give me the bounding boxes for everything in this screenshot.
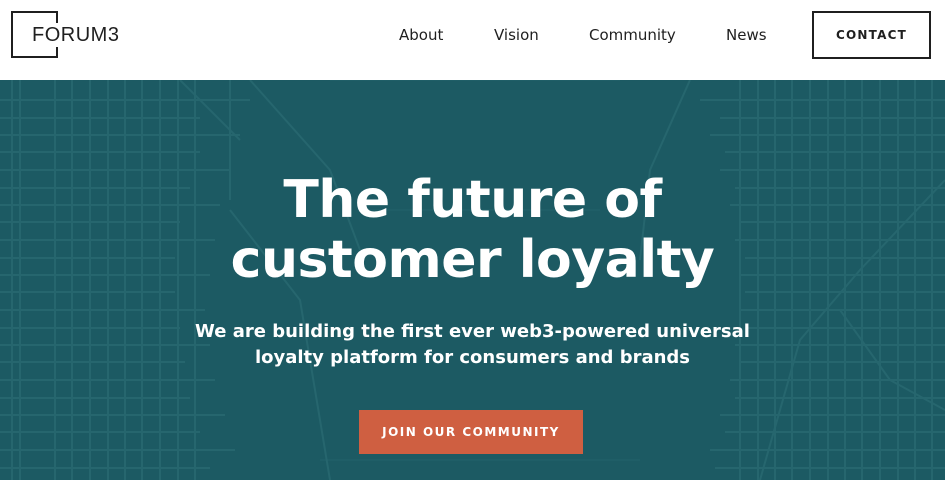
nav-link-news[interactable]: News — [726, 24, 767, 46]
nav-link-vision[interactable]: Vision — [494, 24, 539, 46]
site-header: FORUM3 About Vision Community News CONTA… — [0, 0, 945, 80]
nav-link-about[interactable]: About — [399, 24, 443, 46]
hero-heading-line-2: customer loyalty — [230, 230, 715, 290]
nav-link-community[interactable]: Community — [589, 24, 676, 46]
join-community-button[interactable]: JOIN OUR COMMUNITY — [359, 410, 583, 454]
logo-text: FORUM3 — [30, 23, 122, 47]
contact-button[interactable]: CONTACT — [812, 11, 931, 59]
hero-heading-line-1: The future of — [283, 170, 662, 230]
hero-subtitle-line-1: We are building the first ever web3-powe… — [195, 321, 750, 342]
hero-subtitle-line-2: loyalty platform for consumers and brand… — [254, 347, 691, 368]
hero-heading: The future of customer loyalty — [0, 170, 945, 290]
hero-subtitle: We are building the first ever web3-powe… — [0, 319, 945, 371]
forum3-logo[interactable]: FORUM3 — [11, 11, 122, 61]
hero-section: The future of customer loyalty We are bu… — [0, 80, 945, 480]
